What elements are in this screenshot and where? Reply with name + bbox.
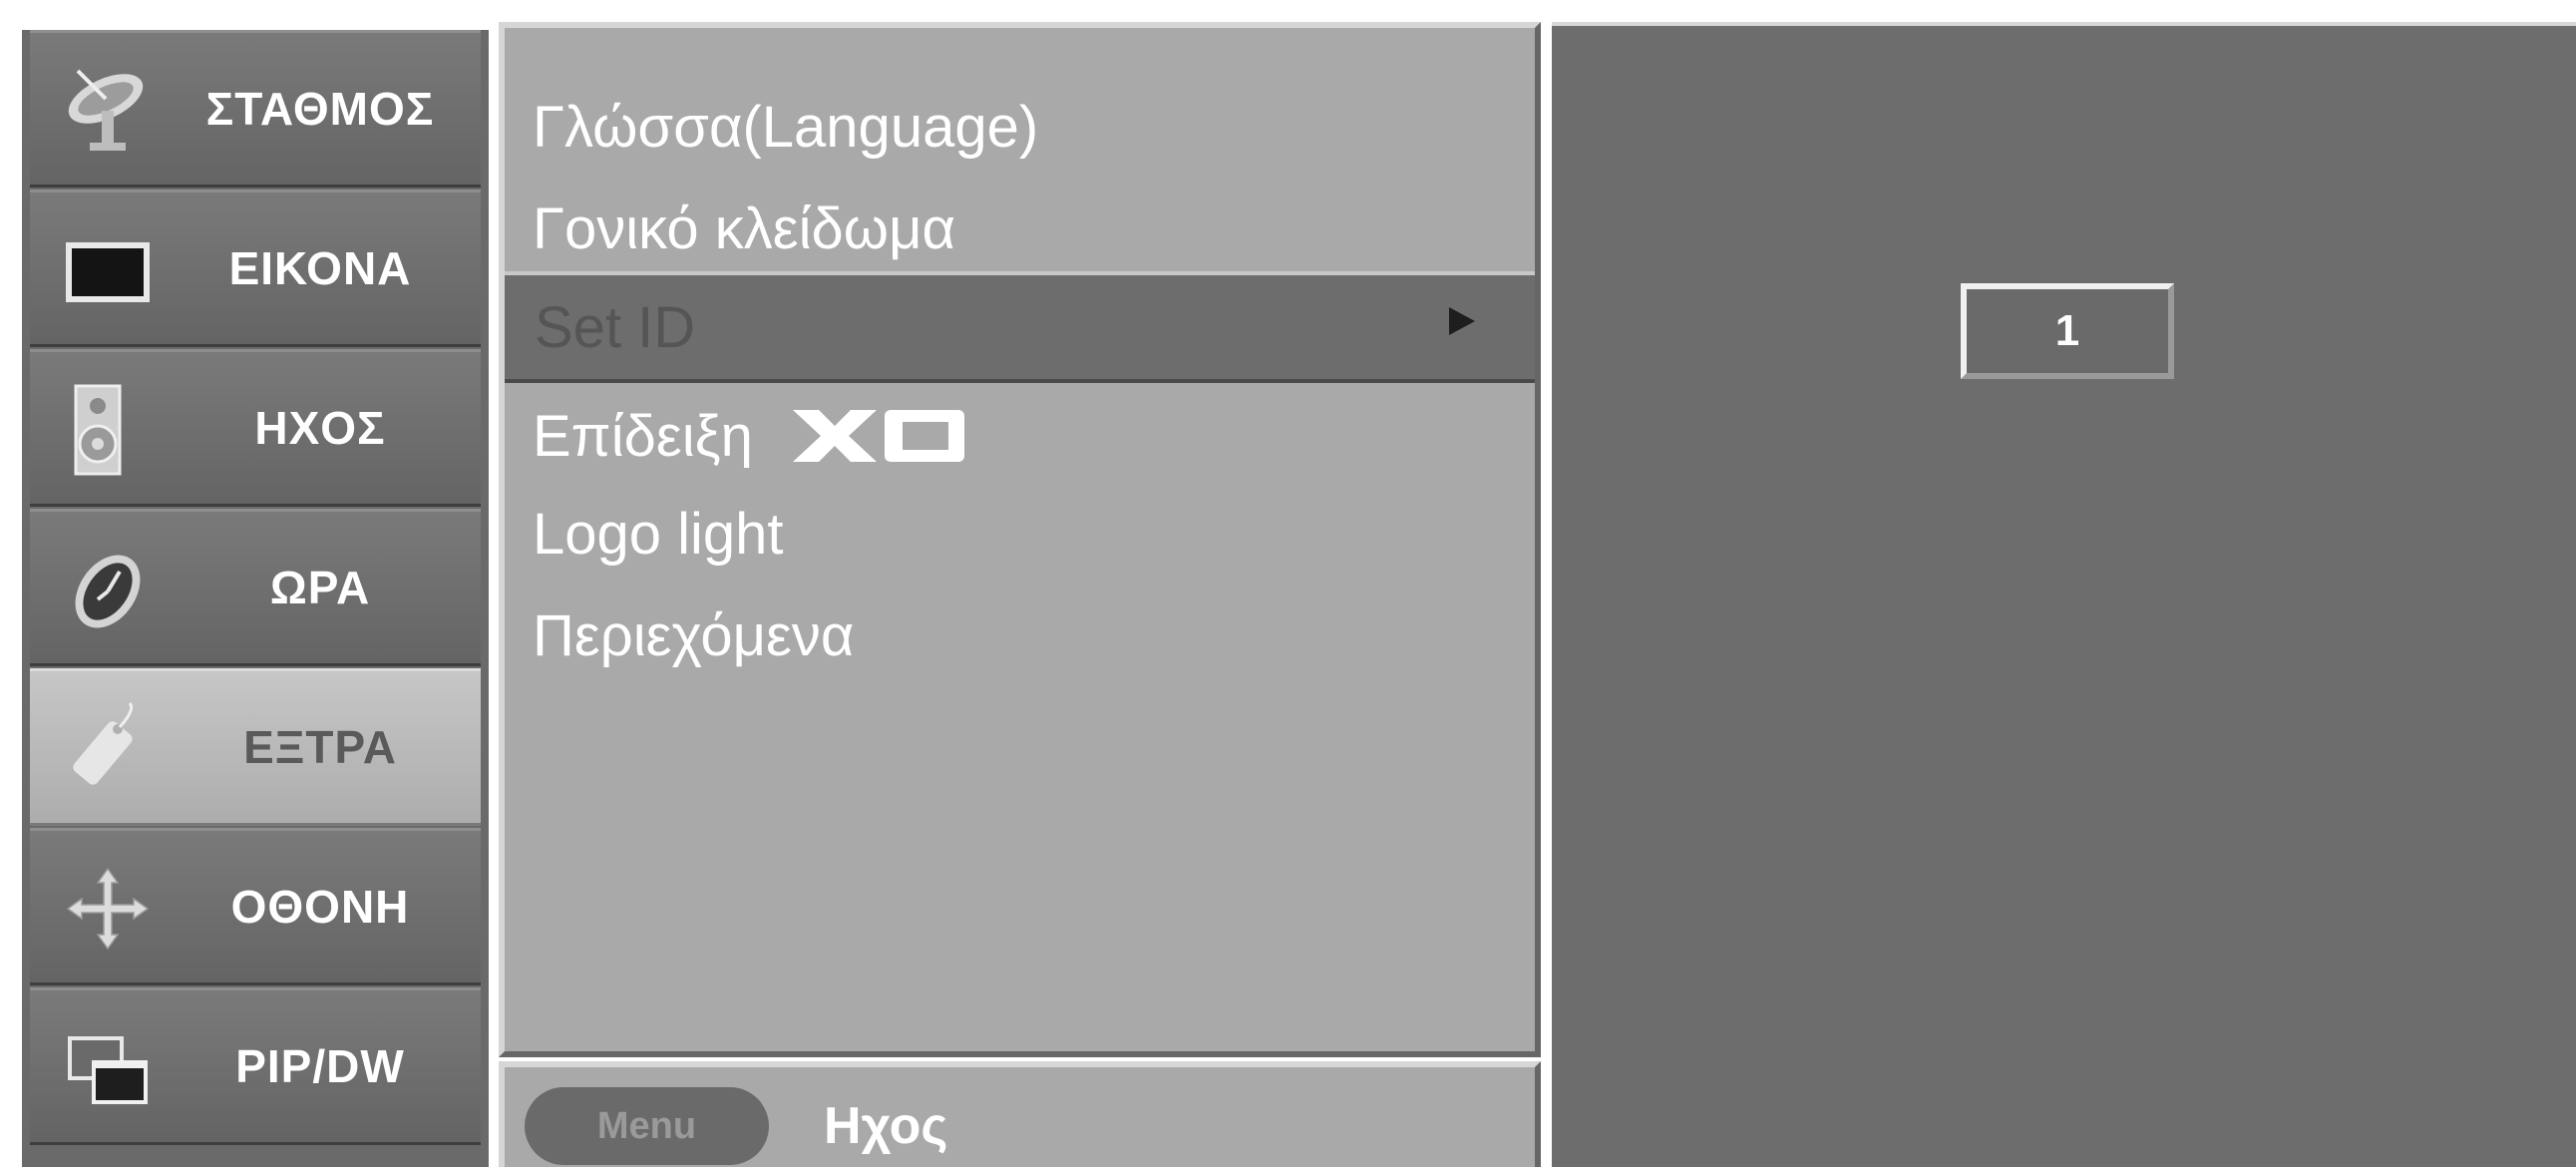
clock-icon — [75, 555, 141, 628]
remote-tag-icon — [73, 701, 134, 785]
sidebar-item-label: PIP/DW — [235, 1040, 405, 1092]
menu-item-language[interactable]: Γλώσσα(Language) — [533, 78, 1515, 176]
tv-menu-screen: ΣΤΑΘΜΟΣ ΕΙΚΟΝΑ ΗΧΟΣ ΩΡΑ ΕΞΤΡΑ ΟΘΟΝΗ PIP/… — [0, 0, 2576, 1167]
sidebar-item-station[interactable]: ΣΤΑΘΜΟΣ — [30, 30, 481, 188]
sidebar-item-label: ΗΧΟΣ — [254, 402, 386, 454]
menu-item-set-id[interactable]: Set ID — [505, 271, 1535, 383]
menu-item-demo[interactable]: Επίδειξη — [533, 387, 1515, 485]
sidebar-item-extra[interactable]: ΕΞΤΡΑ — [30, 668, 481, 826]
sidebar-item-pip[interactable]: PIP/DW — [30, 987, 481, 1145]
speaker-icon — [74, 384, 122, 476]
sidebar-item-label: ΣΤΑΘΜΟΣ — [205, 83, 435, 135]
menu-button[interactable]: Menu — [525, 1087, 769, 1165]
sidebar-item-label: ΩΡΑ — [269, 562, 371, 613]
sidebar-item-screen[interactable]: ΟΘΟΝΗ — [30, 828, 481, 985]
bottom-hint-bar: Menu Ηχος — [499, 1061, 1541, 1167]
menu-item-label: Περιεχόμενα — [533, 602, 855, 668]
sidebar-item-label: ΕΙΚΟΝΑ — [228, 242, 412, 294]
move-arrows-icon — [66, 867, 150, 951]
category-sidebar: ΣΤΑΘΜΟΣ ΕΙΚΟΝΑ ΗΧΟΣ ΩΡΑ ΕΞΤΡΑ ΟΘΟΝΗ PIP/… — [22, 30, 489, 1167]
bottom-hint-label: Ηχος — [824, 1097, 948, 1155]
extra-menu-panel: Γλώσσα(Language) Γονικό κλείδωμα Set ID … — [499, 22, 1541, 1057]
menu-item-parental-lock[interactable]: Γονικό κλείδωμα — [533, 180, 1515, 277]
sidebar-item-sound[interactable]: ΗΧΟΣ — [30, 349, 481, 507]
tv-screen-icon — [66, 242, 150, 302]
satellite-dish-icon — [68, 69, 144, 151]
menu-item-label: Επίδειξη — [533, 403, 753, 469]
picture-in-picture-icon — [68, 1036, 148, 1104]
menu-item-contents[interactable]: Περιεχόμενα — [533, 586, 1515, 684]
right-arrow-icon — [1449, 307, 1475, 335]
sidebar-item-picture[interactable]: ΕΙΚΟΝΑ — [30, 190, 481, 347]
menu-item-label: Logo light — [533, 501, 784, 567]
menu-item-logo-light[interactable]: Logo light — [533, 485, 1515, 583]
menu-item-label: Γλώσσα(Language) — [533, 94, 1039, 160]
set-id-value-box[interactable]: 1 — [1961, 283, 2174, 379]
sidebar-item-label: ΕΞΤΡΑ — [243, 721, 397, 773]
sidebar-item-label: ΟΘΟΝΗ — [230, 881, 410, 933]
xd-logo-icon — [792, 410, 964, 462]
value-panel: 1 — [1552, 22, 2576, 1167]
sidebar-item-time[interactable]: ΩΡΑ — [30, 509, 481, 666]
menu-item-label: Set ID — [535, 294, 696, 360]
menu-item-label: Γονικό κλείδωμα — [533, 195, 956, 261]
